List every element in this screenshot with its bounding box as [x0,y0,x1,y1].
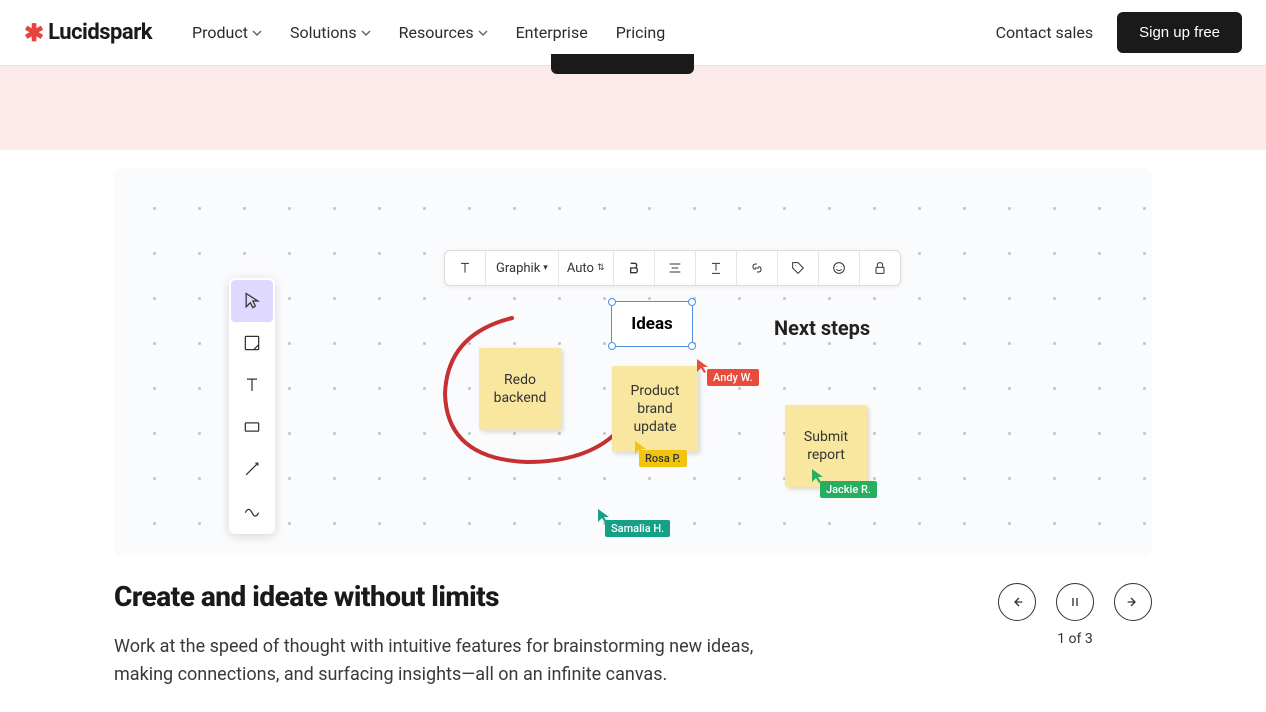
nav-label: Solutions [290,23,357,42]
chevron-down-icon [478,28,488,38]
resize-handle[interactable] [608,342,616,350]
sticky-note[interactable]: Product brand update [612,366,698,452]
sticky-note[interactable]: Redo backend [479,348,561,430]
pause-icon [1067,594,1083,610]
text-type-button[interactable] [445,251,486,285]
arrow-right-icon [1125,594,1141,610]
canvas-container: Graphik▾ Auto⇅ [0,150,1266,556]
nav-label: Resources [399,23,474,42]
nav-solutions[interactable]: Solutions [290,23,371,42]
font-select[interactable]: Graphik▾ [486,251,559,285]
next-steps-text[interactable]: Next steps [774,316,870,340]
link-icon [749,260,765,276]
bold-icon [626,260,642,276]
header-right: Contact sales Sign up free [996,12,1242,53]
text-toolbar: Graphik▾ Auto⇅ [444,250,901,286]
user-cursor-label: Andy W. [707,369,759,386]
chevron-down-icon [361,28,371,38]
chevron-down-icon [252,28,262,38]
freehand-tool[interactable] [231,490,273,532]
signup-button[interactable]: Sign up free [1117,12,1242,53]
resize-handle[interactable] [608,298,616,306]
user-cursor-label: Jackie R. [820,481,877,498]
text-tool[interactable] [231,364,273,406]
hero-cta-partial[interactable] [551,54,694,74]
main-nav: Product Solutions Resources Enterprise P… [192,23,665,42]
section-body: Work at the speed of thought with intuit… [114,633,784,689]
align-icon [667,260,683,276]
resize-handle[interactable] [688,298,696,306]
sticky-note[interactable]: Submit report [785,405,867,487]
ideas-text-box[interactable]: Ideas [611,301,693,347]
contact-sales-link[interactable]: Contact sales [996,23,1093,42]
arrow-left-icon [1009,594,1025,610]
nav-pricing[interactable]: Pricing [616,23,666,42]
ideas-label: Ideas [631,314,673,334]
tag-button[interactable] [778,251,819,285]
select-tool[interactable] [231,280,273,322]
nav-label: Product [192,23,248,42]
sticky-text: Redo backend [487,371,553,407]
user-cursor-label: Rosa P. [639,450,687,467]
line-icon [242,459,262,479]
carousel-controls: 1 of 3 [998,583,1152,647]
carousel-pause-button[interactable] [1056,583,1094,621]
nav-enterprise[interactable]: Enterprise [516,23,588,42]
emoji-icon [831,260,847,276]
rectangle-icon [242,417,262,437]
tag-icon [790,260,806,276]
lock-icon [872,260,888,276]
text-icon [242,375,262,395]
section-title: Create and ideate without limits [114,580,1152,613]
nav-product[interactable]: Product [192,23,262,42]
underline-icon [708,260,724,276]
bold-button[interactable] [614,251,655,285]
left-toolbar [229,278,275,534]
line-tool[interactable] [231,448,273,490]
resize-handle[interactable] [688,342,696,350]
size-select[interactable]: Auto⇅ [559,251,614,285]
font-label: Graphik [496,261,540,276]
freehand-icon [242,501,262,521]
user-cursor-label: Samalia H. [605,520,670,537]
underline-button[interactable] [696,251,737,285]
lock-button[interactable] [860,251,900,285]
sticky-tool[interactable] [231,322,273,364]
feature-section: Create and ideate without limits Work at… [0,556,1266,689]
nav-label: Enterprise [516,23,588,42]
carousel-page-indicator: 1 of 3 [1057,631,1093,647]
nav-label: Pricing [616,23,666,42]
text-icon [457,260,473,276]
nav-resources[interactable]: Resources [399,23,488,42]
canvas[interactable]: Graphik▾ Auto⇅ [114,168,1152,556]
cursor-icon [242,291,262,311]
size-label: Auto [567,261,594,276]
logo-text: Lucidspark [48,20,152,45]
carousel-prev-button[interactable] [998,583,1036,621]
spark-icon: ✱ [24,19,44,47]
link-button[interactable] [737,251,778,285]
sticky-icon [242,333,262,353]
sticky-text: Product brand update [620,382,690,437]
align-button[interactable] [655,251,696,285]
carousel-next-button[interactable] [1114,583,1152,621]
emoji-button[interactable] [819,251,860,285]
shape-tool[interactable] [231,406,273,448]
logo[interactable]: ✱ Lucidspark [24,19,152,47]
hero-band [0,66,1266,150]
sticky-text: Submit report [793,428,859,464]
